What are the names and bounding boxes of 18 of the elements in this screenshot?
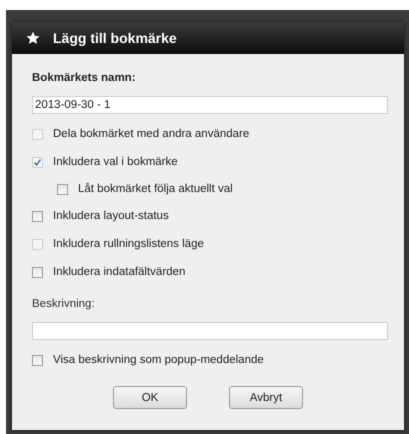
- checkbox-label: Inkludera rullningslistens läge: [53, 238, 204, 250]
- field-label: Bokmärkets namn:: [32, 72, 137, 84]
- dialog-button[interactable]: Avbryt: [229, 386, 303, 409]
- checkbox-label: Inkludera layout-status: [53, 210, 169, 222]
- star-icon: [26, 31, 40, 45]
- name-field[interactable]: 2013-09-30 - 1: [32, 96, 388, 114]
- checkbox[interactable]: [32, 210, 43, 222]
- checkbox-label: Låt bokmärket följa aktuellt val: [78, 183, 233, 195]
- checkbox-label: Inkludera val i bokmärke: [53, 156, 178, 168]
- dialog-title: Lägg till bokmärke: [53, 30, 177, 46]
- checkbox-label: Dela bokmärket med andra användare: [53, 128, 250, 140]
- description-field[interactable]: [32, 322, 388, 340]
- checkbox-label: Visa beskrivning som popup-meddelande: [53, 354, 264, 366]
- dialog-button[interactable]: OK: [113, 386, 187, 409]
- field-label: Beskrivning:: [32, 298, 96, 310]
- checkbox-label: Inkludera indatafältvärden: [53, 266, 186, 278]
- checkbox[interactable]: [32, 266, 43, 278]
- checkbox[interactable]: [32, 354, 43, 366]
